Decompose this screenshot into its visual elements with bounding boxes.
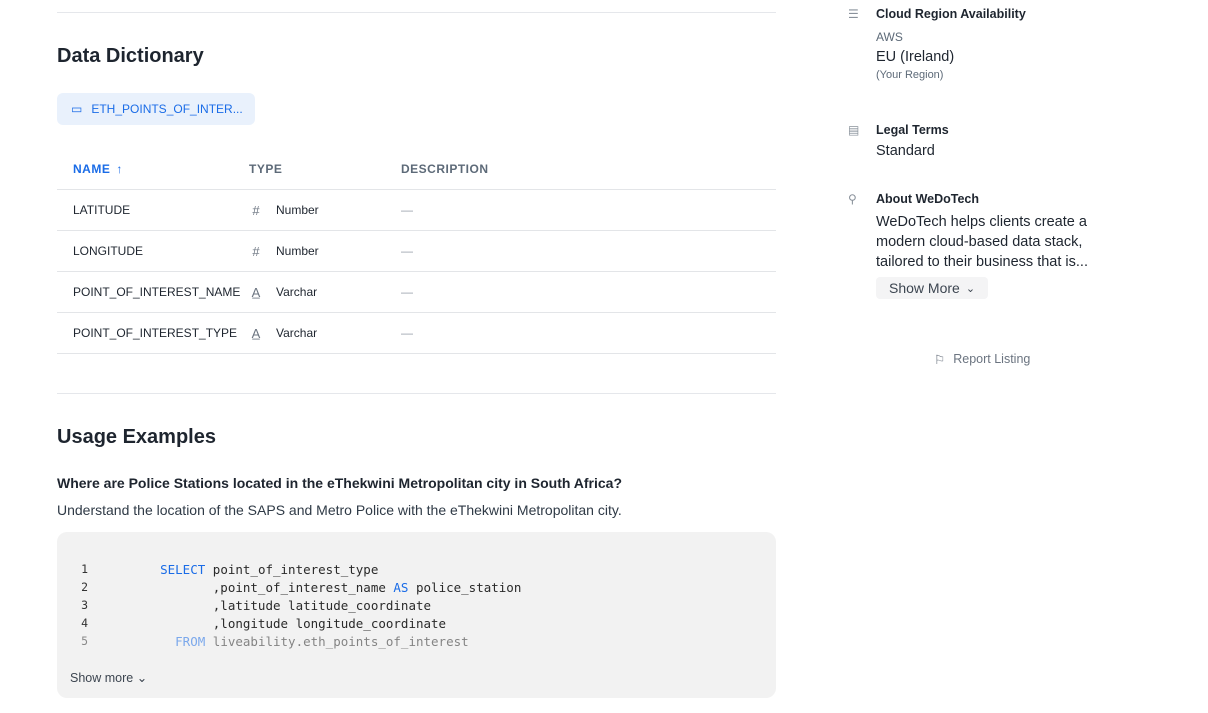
show-more-label: Show More — [889, 280, 960, 296]
legal-terms-value: Standard — [876, 143, 935, 159]
report-label: Report Listing — [953, 352, 1031, 366]
code-block: 1 SELECT point_of_interest_type 2 ,point_… — [57, 532, 776, 698]
cloud-provider: AWS — [876, 30, 903, 44]
text-icon: A̲ — [251, 284, 261, 300]
line-number: 1 — [81, 562, 88, 576]
column-name: NAME — [73, 161, 111, 176]
field-name: LONGITUDE — [73, 244, 144, 258]
table-row: POINT_OF_INTEREST_TYPE A̲ Varchar — — [57, 313, 776, 354]
divider — [57, 12, 776, 13]
text-icon: A̲ — [251, 325, 261, 341]
table-chip[interactable]: ▭ ETH_POINTS_OF_INTER... — [57, 93, 255, 125]
data-dictionary-table: NAME ↑ TYPE DESCRIPTION LATITUDE # Number — L… — [57, 148, 776, 354]
code-line: 4 ,longitude longitude_coordinate — [57, 616, 776, 634]
table-row: LATITUDE # Number — — [57, 190, 776, 231]
field-name: POINT_OF_INTEREST_TYPE — [73, 326, 238, 340]
hash-icon: # — [252, 243, 260, 259]
field-type: # Number — [249, 203, 401, 218]
server-icon: ☰ — [848, 7, 859, 21]
report-listing-link[interactable]: ⚐ Report Listing — [934, 352, 1030, 367]
section-title: Usage Examples — [57, 426, 216, 448]
type-label: Varchar — [276, 326, 318, 340]
cloud-region: EU (Ireland) — [876, 49, 955, 65]
line-number: 2 — [81, 580, 88, 594]
show-more-about-button[interactable]: Show More ⌄ — [876, 277, 989, 299]
type-label: Number — [276, 203, 319, 217]
column-description: DESCRIPTION — [401, 161, 489, 176]
line-number: 5 — [81, 634, 88, 648]
table-header: NAME ↑ TYPE DESCRIPTION — [57, 148, 776, 190]
field-type: # Number — [249, 244, 401, 259]
flag-icon: ⚐ — [934, 353, 946, 367]
show-more-label: Show more — [70, 671, 134, 685]
about-text: WeDoTech helps clients create a modern c… — [876, 214, 1088, 270]
type-label: Number — [276, 244, 319, 258]
about-title: About WeDoTech — [876, 192, 980, 206]
field-description: — — [401, 285, 413, 299]
code-line: 2 ,point_of_interest_name AS police_stat… — [57, 580, 776, 598]
field-description: — — [401, 203, 413, 217]
field-description: — — [401, 326, 413, 340]
chevron-down-icon: ⌄ — [965, 282, 976, 295]
user-icon: ⚲ — [848, 192, 857, 206]
code-line: 5 FROM liveability.eth_points_of_interes… — [57, 634, 776, 652]
code-line: 1 SELECT point_of_interest_type — [57, 562, 776, 580]
legal-terms-title: Legal Terms — [876, 123, 949, 137]
line-number: 3 — [81, 598, 88, 612]
table-chip-label: ETH_POINTS_OF_INTER... — [91, 102, 243, 116]
field-description: — — [401, 244, 413, 258]
field-name: POINT_OF_INTEREST_NAME — [73, 285, 241, 299]
example-question: Where are Police Stations located in the… — [57, 475, 623, 491]
arrow-up-icon: ↑ — [116, 161, 123, 176]
table-row: POINT_OF_INTEREST_NAME A̲ Varchar — — [57, 272, 776, 313]
table-row: LONGITUDE # Number — — [57, 231, 776, 272]
example-description: Understand the location of the SAPS and … — [57, 502, 622, 518]
document-icon: ▤ — [848, 123, 860, 137]
field-name: LATITUDE — [73, 203, 131, 217]
section-title: Data Dictionary — [57, 45, 204, 67]
column-type: TYPE — [249, 161, 283, 176]
field-type: A̲ Varchar — [249, 285, 401, 300]
chevron-down-icon: ⌄ — [136, 671, 148, 685]
code-line: 3 ,latitude latitude_coordinate — [57, 598, 776, 616]
region-note: (Your Region) — [876, 69, 944, 81]
divider — [57, 393, 776, 394]
field-type: A̲ Varchar — [249, 326, 401, 341]
hash-icon: # — [252, 202, 260, 218]
sort-name-column[interactable]: NAME ↑ — [57, 162, 249, 176]
type-label: Varchar — [276, 285, 318, 299]
show-more-button[interactable]: Show more ⌄ — [70, 670, 147, 685]
table-icon: ▭ — [71, 102, 83, 116]
line-number: 4 — [81, 616, 88, 630]
cloud-region-title: Cloud Region Availability — [876, 7, 1026, 21]
